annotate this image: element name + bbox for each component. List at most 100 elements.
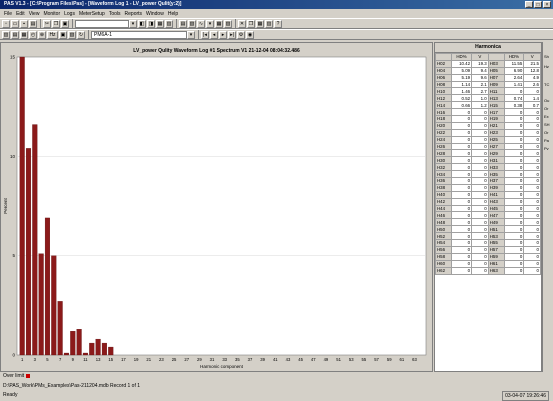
menu-reports[interactable]: Reports xyxy=(123,11,145,17)
harmonic-number: H32 xyxy=(435,163,452,172)
channel-select[interactable]: PM6A-1 xyxy=(91,30,187,39)
dropdown-icon[interactable]: ▾ xyxy=(206,19,214,28)
harmonic-value: 5.19 xyxy=(450,73,473,82)
menu-edit[interactable]: Edit xyxy=(14,11,27,17)
chart-type-icon[interactable]: ▥ xyxy=(2,30,10,39)
harmonic-bar xyxy=(70,331,76,356)
harmonics-header-row: HD% V HD% V xyxy=(435,53,541,61)
options-icon[interactable]: ▣ xyxy=(59,30,67,39)
first-record-icon[interactable]: |◂ xyxy=(201,30,209,39)
harmonic-value: 0 xyxy=(471,115,489,123)
spectrum-icon[interactable]: ▦ xyxy=(20,30,28,39)
harmonic-bar xyxy=(76,329,82,356)
site-select[interactable] xyxy=(75,19,129,28)
harmonic-value: 0.66 xyxy=(450,101,473,110)
harmonic-value: 0 xyxy=(450,128,473,137)
new-icon[interactable]: ▫ xyxy=(2,19,10,28)
close-button[interactable]: × xyxy=(543,1,551,8)
harmonic-value: 0 xyxy=(471,128,489,137)
harmonic-number: H31 xyxy=(487,156,505,165)
harmonic-number: H41 xyxy=(487,190,505,199)
table-row: H42 0 0 H43 0 0 xyxy=(435,197,541,206)
harmonic-value: 0 xyxy=(471,197,489,206)
maximize-button[interactable]: □ xyxy=(534,1,542,8)
report-icon[interactable]: ▦ xyxy=(215,19,223,28)
hz-button[interactable]: Hz xyxy=(47,30,58,39)
next-record-icon[interactable]: ▸ xyxy=(219,30,227,39)
online-icon[interactable]: ◨ xyxy=(147,19,155,28)
cascade-icon[interactable]: ❐ xyxy=(247,19,255,28)
last-record-icon[interactable]: ▸| xyxy=(228,30,236,39)
open-icon[interactable]: ▭ xyxy=(11,19,19,28)
chevron-down-icon[interactable]: ▾ xyxy=(129,19,137,28)
menu-view[interactable]: View xyxy=(27,11,42,17)
harmonic-value: 0 xyxy=(471,190,489,199)
chart-toolbar: ▥ ▤ ▦ ◴ ⊕ Hz ▣ ▧ ↻ PM6A-1 ▾ |◂ ◂ ▸ ▸| ⚙ … xyxy=(0,29,553,40)
chart-icon[interactable]: ▧ xyxy=(188,19,196,28)
harmonic-value: 0 xyxy=(523,115,541,123)
menu-help[interactable]: Help xyxy=(166,11,180,17)
x-tick-label: 33 xyxy=(222,357,227,362)
menu-file[interactable]: File xyxy=(2,11,14,17)
menu-tools[interactable]: Tools xyxy=(107,11,123,17)
monitor-icon[interactable]: ▦ xyxy=(156,19,164,28)
table-row: H14 0.66 1.2 H15 0.38 0.7 xyxy=(435,101,541,110)
x-tick-label: 63 xyxy=(412,357,417,362)
menu-metersetup[interactable]: MeterSetup xyxy=(77,11,107,17)
menu-monitor[interactable]: Monitor xyxy=(41,11,62,17)
chevron-down-icon[interactable]: ▾ xyxy=(187,30,195,39)
table-view-icon[interactable]: ▤ xyxy=(11,30,19,39)
harmonic-number: H27 xyxy=(487,142,505,151)
paste-icon[interactable]: ▣ xyxy=(61,19,69,28)
filter-icon[interactable]: ▧ xyxy=(68,30,76,39)
toolbar-separator xyxy=(176,19,177,28)
harmonic-value: 0 xyxy=(523,156,541,165)
harmonic-bar xyxy=(44,217,50,356)
side-label: Pv xyxy=(544,146,549,151)
table-row: H22 0 0 H23 0 0 xyxy=(435,128,541,137)
arrange-icon[interactable]: ▥ xyxy=(265,19,273,28)
close-icon[interactable]: ✕ xyxy=(238,19,246,28)
table-icon[interactable]: ▤ xyxy=(179,19,187,28)
harmonic-value: 0 xyxy=(503,211,525,220)
menu-window[interactable]: Window xyxy=(144,11,166,17)
stop-icon[interactable]: ◉ xyxy=(246,30,254,39)
harmonic-value: 11.55 xyxy=(503,59,525,68)
harmonic-value: 0 xyxy=(450,190,473,199)
waveform-icon[interactable]: ∿ xyxy=(197,19,205,28)
tile-icon[interactable]: ▦ xyxy=(256,19,264,28)
refresh-icon[interactable]: ↻ xyxy=(77,30,85,39)
phasor-icon[interactable]: ◴ xyxy=(29,30,37,39)
zoom-icon[interactable]: ⊕ xyxy=(38,30,46,39)
harmonic-number: H43 xyxy=(487,197,505,206)
table-row: H36 0 0 H37 0 0 xyxy=(435,177,541,185)
x-tick-label: 45 xyxy=(298,357,303,362)
settings-icon[interactable]: ⚙ xyxy=(237,30,245,39)
harmonic-value: 0 xyxy=(450,197,473,206)
harmonic-bar xyxy=(19,56,25,356)
harmonic-value: 0 xyxy=(503,121,525,130)
cut-icon[interactable]: ✂ xyxy=(43,19,51,28)
minimize-button[interactable]: _ xyxy=(525,1,533,8)
prev-record-icon[interactable]: ◂ xyxy=(210,30,218,39)
menu-logs[interactable]: Logs xyxy=(62,11,77,17)
connect-icon[interactable]: ◧ xyxy=(138,19,146,28)
table-row: H40 0 0 H41 0 0 xyxy=(435,190,541,199)
export-icon[interactable]: ▨ xyxy=(224,19,232,28)
harmonic-number: H59 xyxy=(487,252,505,261)
x-tick-label: 23 xyxy=(159,357,164,362)
help-icon[interactable]: ? xyxy=(274,19,282,28)
save-icon[interactable]: ▪ xyxy=(20,19,28,28)
harmonic-value: 0 xyxy=(523,190,541,199)
x-tick-label: 17 xyxy=(121,357,126,362)
grid-icon[interactable]: ▥ xyxy=(165,19,173,28)
record-path: D:\PAS_Work\PMs_Examples\Pas-211204.mdb … xyxy=(3,383,141,389)
harmonic-value: 0 xyxy=(503,163,525,172)
x-tick-label: 13 xyxy=(96,357,101,362)
harmonic-value: 0 xyxy=(471,225,489,234)
copy-icon[interactable]: ❐ xyxy=(52,19,60,28)
print-icon[interactable]: ▤ xyxy=(29,19,37,28)
harmonic-value: 0 xyxy=(450,204,473,213)
table-row: H54 0 0 H55 0 0 xyxy=(435,239,541,247)
harmonic-value: 2.1 xyxy=(471,80,489,89)
